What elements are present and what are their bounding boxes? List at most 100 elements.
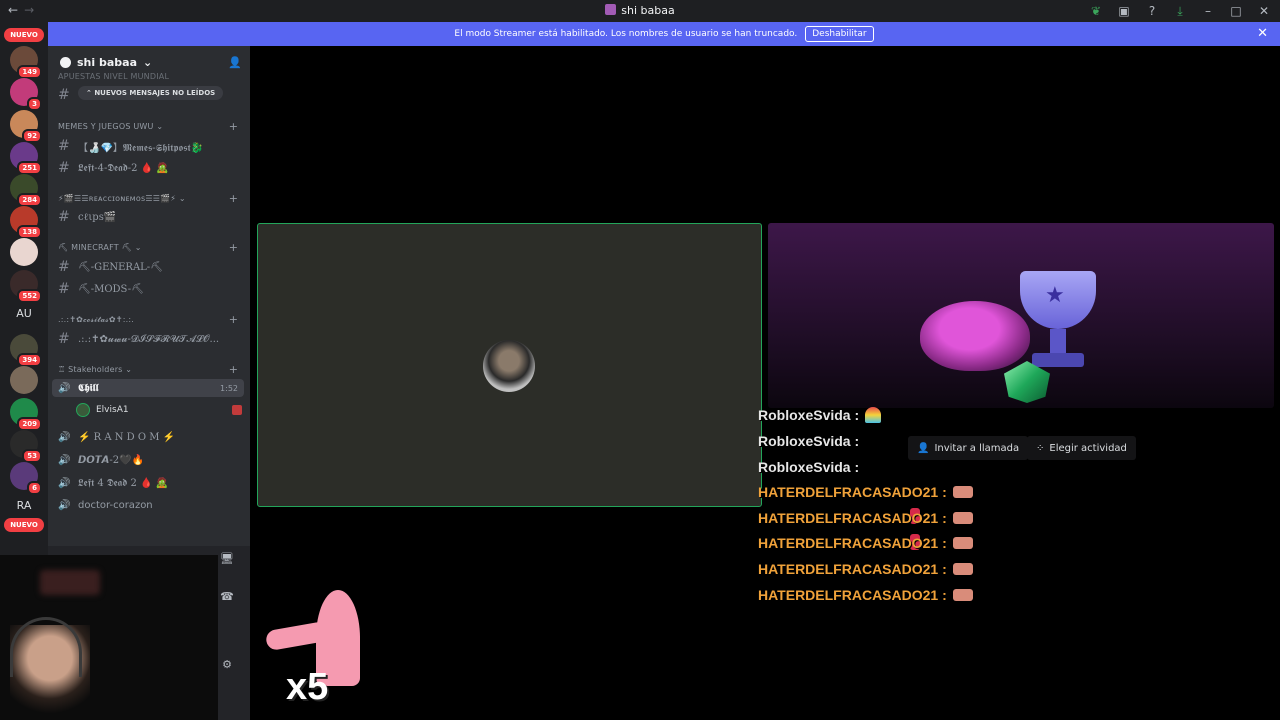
server-icon[interactable]: 138 [10,206,42,239]
screen-share-icon[interactable]: 🖥 [220,552,234,566]
choose-activity-button[interactable]: ⁘ Elegir actividad [1027,436,1136,460]
server-icon[interactable]: 92 [10,110,42,143]
hash-icon: # [58,209,70,225]
speaker-icon: 🔊 [58,454,71,466]
settings-gear-icon[interactable]: ⚙ [220,658,234,672]
chat-user: HATERDELFRACASADO21 : [758,484,947,500]
back-arrow-icon[interactable]: ← [8,3,18,17]
server-icon[interactable]: 251 [10,142,42,175]
channel-label: 【🍶💎】𝕸𝖊𝖒𝖊𝖘-𝕾𝖍𝖎𝖙𝖕𝖔𝖘𝖙🐉 [78,142,204,154]
download-icon[interactable]: ⤓ [1172,3,1188,19]
add-user-icon: 👤 [917,442,930,454]
channel-disfrutalo[interactable]: # .:.:✝✿𝓾𝔀𝓾-𝓓𝓘𝓢𝓕𝓡𝓤𝓣𝓐𝓛𝓞... [58,330,242,348]
mention-badge: 284 [17,193,42,207]
chat-user: RobloxeSvida : [758,433,860,449]
voice-channel-chill[interactable]: 🔊 𝕮𝖍𝖎𝖑𝖑 1:52 [52,379,244,397]
channel-label: .:.:✝✿𝓾𝔀𝓾-𝓓𝓘𝓢𝓕𝓡𝓤𝓣𝓐𝓛𝓞... [78,333,220,345]
hand-emote-icon [952,589,973,601]
unread-messages-pill[interactable]: ⌃ NUEVOS MENSAJES NO LEÍDOS [78,86,224,100]
channel-label: ⛏-MODS-⛏ [78,283,144,295]
chat-message: HATERDELFRACASADO21 : [758,558,973,580]
server-icon[interactable]: 3 [10,78,42,111]
add-channel-icon[interactable]: + [229,120,238,133]
multiplier-text: x5 [286,666,329,708]
server-icon[interactable]: 149 [10,46,42,79]
server-icon-text[interactable]: RA [10,492,38,520]
call-duration: 1:52 [220,383,238,393]
category-memes[interactable]: MEMES Y JUEGOS UWU ⌄ [58,122,163,131]
category-cositas[interactable]: .:.:✝✿𝓬𝓸𝓼𝓲𝓽𝓪𝓼✿✝:.:. [58,315,134,325]
chat-message: HATERDELFRACASADO21 : [758,507,973,529]
minimize-icon[interactable]: – [1200,3,1216,19]
channel-label: 𝕮𝖍𝖎𝖑𝖑 [78,382,99,394]
hand-emote-icon [952,512,973,524]
channel-general[interactable]: # ⛏-GENERAL-⛏ [58,258,242,276]
channel-label: 𝘿𝙊𝙏𝘼-2🖤🔥 [78,454,145,466]
mention-badge: 209 [17,417,42,431]
voice-user[interactable]: ElvisA1 [76,401,242,419]
participant-tile[interactable] [257,223,762,507]
category-stakeholders[interactable]: ♖ Stakeholders ⌄ [58,365,132,374]
voice-user-name: ElvisA1 [96,405,129,415]
channel-label: 𝕷𝖊𝖋𝖙 4 𝕯𝖊𝖆𝖉 2 🩸 🧟 [78,477,169,489]
hand-emote-icon [952,486,973,498]
hand-emote-icon [952,563,973,575]
chat-message: RobloxeSvida : [758,456,920,550]
voice-channel-left4dead[interactable]: 🔊 𝕷𝖊𝖋𝖙 4 𝕯𝖊𝖆𝖉 2 🩸 🧟 [58,474,242,492]
channel-mods[interactable]: # ⛏-MODS-⛏ [58,280,242,298]
server-icon[interactable]: 394 [10,334,42,367]
chat-user: RobloxeSvida : [758,407,860,423]
channel-memes[interactable]: # 【🍶💎】𝕸𝖊𝖒𝖊𝖘-𝕾𝖍𝖎𝖙𝖕𝖔𝖘𝖙🐉 [58,137,242,155]
voice-channel-doctor[interactable]: 🔊 doctor-corazon [58,496,242,514]
voice-channel-dota[interactable]: 🔊 𝘿𝙊𝙏𝘼-2🖤🔥 [58,451,242,469]
disable-streamer-button[interactable]: Deshabilitar [805,26,874,42]
invite-people-icon[interactable]: 👤 [228,56,242,69]
voice-controls: 🖥 ☎ ⚙ [218,548,250,678]
chevron-down-icon: ⌄ [143,55,153,69]
server-icon[interactable]: 6 [10,462,42,495]
nitro-leaf-icon[interactable]: ❦ [1088,3,1104,19]
category-apuestas[interactable]: APUESTAS NIVEL MUNDIAL [58,72,169,81]
mention-badge: 149 [17,65,42,79]
forward-arrow-icon[interactable]: → [24,3,34,17]
add-channel-icon[interactable]: + [229,363,238,376]
add-channel-icon[interactable]: + [229,241,238,254]
hash-icon: # [58,259,70,275]
avatar [76,403,90,417]
voice-channel-random[interactable]: 🔊 ⚡ R A N D O M ⚡ [58,428,242,446]
server-icon[interactable]: 209 [10,398,42,431]
chat-message: HATERDELFRACASADO21 : [758,584,973,606]
invite-to-call-button[interactable]: 👤 Invitar a llamada [908,436,1029,460]
category-minecraft[interactable]: ⛏ MINECRAFT ⛏ ⌄ [58,243,142,252]
hash-icon: # [58,281,70,297]
screen-share-icon[interactable]: ▣ [1116,3,1132,19]
channel-clips[interactable]: # cℓιps🎬 [58,208,242,226]
activity-grid-icon: ⁘ [1036,442,1045,454]
server-icon-text[interactable]: AU [10,300,38,328]
add-channel-icon[interactable]: + [229,313,238,326]
disconnect-icon[interactable]: ☎ [220,590,234,604]
channel-l4d2[interactable]: # 𝕷𝖊𝖋𝖙-4-𝕯𝖊𝖆𝖉-2 🩸 🧟 [58,159,242,177]
channel-label: ⚡ R A N D O M ⚡ [78,431,176,443]
title-bar-controls: ❦ ▣ ? ⤓ – □ ✕ [1088,3,1272,19]
maximize-icon[interactable]: □ [1228,3,1244,19]
webcam-blur [40,570,100,595]
category-label: MEMES Y JUEGOS UWU [58,122,154,131]
new-badge: NUEVO [4,518,44,532]
close-banner-icon[interactable]: ✕ [1257,26,1268,41]
category-reacciones[interactable]: ⚡🎬☰☰ʀᴇᴀᴄᴄɪᴏɴᴇᴍᴏs☰☰🎬⚡ ⌄ [58,194,186,203]
add-channel-icon[interactable]: + [229,192,238,205]
server-icon[interactable]: 552 [10,270,42,303]
hash-icon: # [58,87,70,103]
category-label: ⛏ MINECRAFT ⛏ [58,243,132,252]
server-icon[interactable]: 284 [10,174,42,207]
category-label: ⚡🎬☰☰ʀᴇᴀᴄᴄɪᴏɴᴇᴍᴏs☰☰🎬⚡ [58,194,177,203]
help-icon[interactable]: ? [1144,3,1160,19]
server-icon[interactable] [10,238,38,266]
hash-icon: # [58,160,70,176]
server-icon[interactable]: 53 [10,430,42,463]
server-icon[interactable] [10,366,38,394]
close-window-icon[interactable]: ✕ [1256,3,1272,19]
title-bar: ← → shi babaa ❦ ▣ ? ⤓ – □ ✕ [0,0,1280,22]
mention-badge: 3 [27,97,42,111]
